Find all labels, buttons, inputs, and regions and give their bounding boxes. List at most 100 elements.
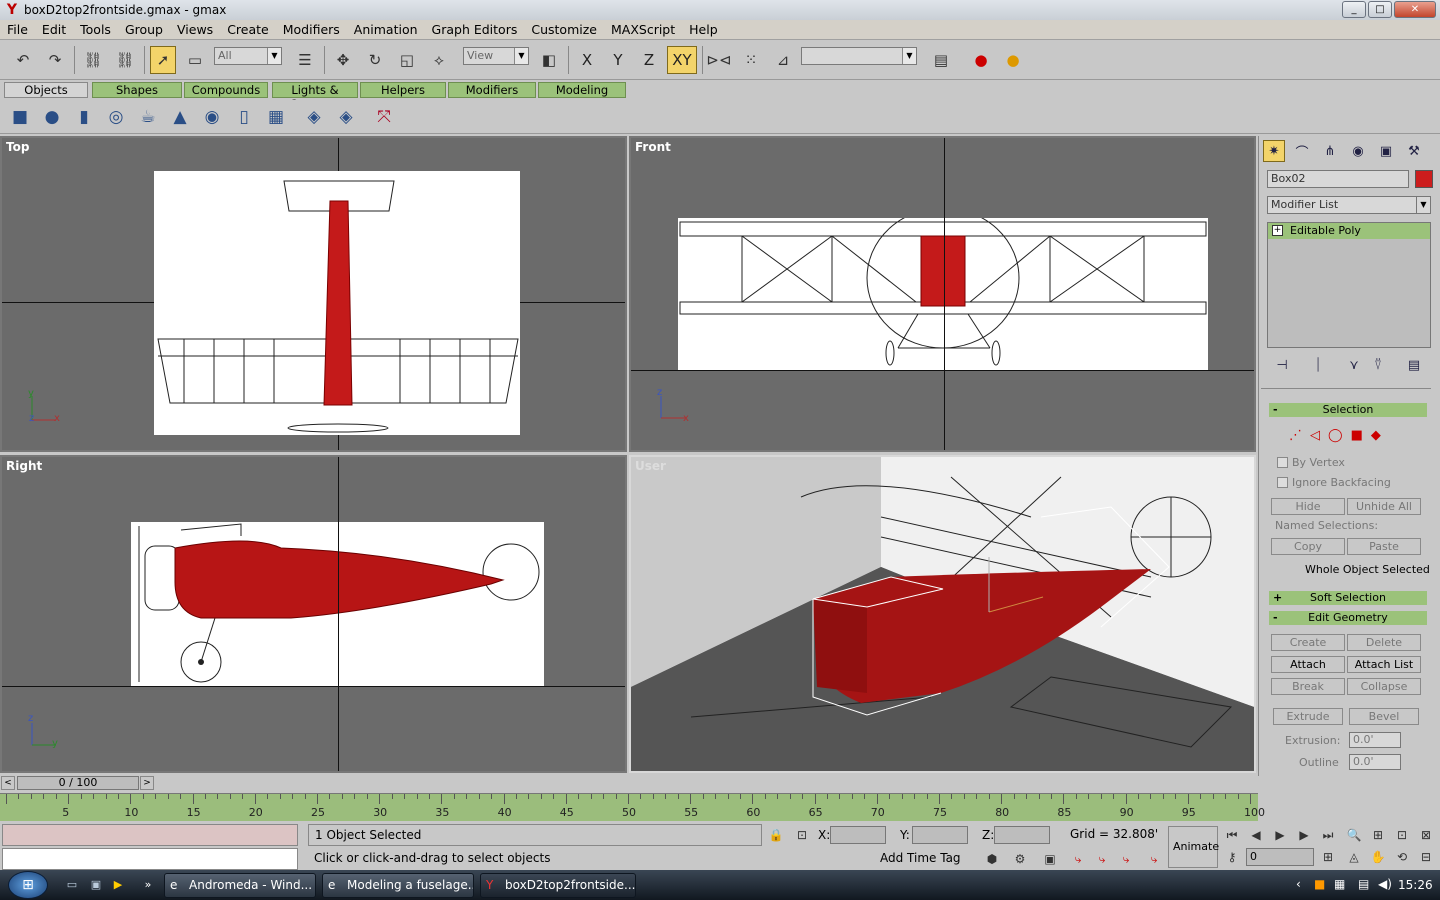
current-frame-field[interactable]: 0	[1246, 848, 1314, 866]
menu-animation[interactable]: Animation	[347, 22, 425, 37]
tab-compounds[interactable]: Compounds	[184, 82, 268, 98]
angle-snap-icon[interactable]: ⤷	[1092, 850, 1112, 868]
make-unique-icon[interactable]: ⋎	[1343, 354, 1365, 376]
motion-panel-icon[interactable]: ◉	[1347, 140, 1369, 162]
soft-selection-rollout[interactable]: + Soft Selection	[1269, 591, 1427, 605]
viewport-label-top[interactable]: Top	[6, 140, 29, 154]
pan-icon[interactable]: ✋	[1368, 848, 1388, 866]
snaps-icon[interactable]: ⤷	[1068, 850, 1088, 868]
time-configuration-icon[interactable]: ⊞	[1318, 848, 1338, 866]
time-slider-next-icon[interactable]: >	[140, 776, 154, 790]
degradation-override-icon[interactable]: ⬢	[982, 850, 1002, 868]
material-editor-icon[interactable]: ●	[968, 46, 994, 74]
undo-icon[interactable]: ↶	[10, 46, 36, 74]
select-and-move-icon[interactable]: ✥	[330, 46, 356, 74]
task-andromeda[interactable]: e Andromeda - Wind...	[164, 873, 316, 898]
select-and-rotate-icon[interactable]: ↻	[362, 46, 388, 74]
hide-button[interactable]: Hide	[1271, 498, 1345, 515]
utilities-panel-icon[interactable]: ⚒	[1403, 140, 1425, 162]
outline-spinner[interactable]: 0.0'	[1349, 754, 1401, 770]
restrict-xy-button[interactable]: XY	[667, 46, 697, 74]
bones-icon[interactable]: ⤧	[372, 105, 396, 129]
pin-stack-icon[interactable]: ⊣	[1271, 354, 1293, 376]
menu-help[interactable]: Help	[682, 22, 725, 37]
quick-launch-more-icon[interactable]: »	[140, 877, 156, 893]
unhide-all-button[interactable]: Unhide All	[1347, 498, 1421, 515]
tab-lights-cameras[interactable]: Lights & Cameras	[272, 82, 358, 111]
maxscript-input[interactable]	[2, 848, 298, 870]
layer-manager-icon[interactable]: ▤	[928, 46, 954, 74]
align-icon[interactable]: ⊿	[770, 46, 796, 74]
mirror-icon[interactable]: ⊳⊲	[706, 46, 732, 74]
copy-button[interactable]: Copy	[1271, 538, 1345, 555]
pivot-center-icon[interactable]: ◧	[536, 46, 562, 74]
tray-display-icon[interactable]: ▤	[1358, 877, 1369, 891]
zoom-icon[interactable]: 🔍	[1344, 826, 1364, 844]
collapse-button[interactable]: Collapse	[1347, 678, 1421, 695]
hierarchy-panel-icon[interactable]: ⋔	[1319, 140, 1341, 162]
go-to-start-icon[interactable]: ⏮	[1222, 826, 1242, 844]
cylinder-icon[interactable]: ▮	[72, 105, 96, 129]
show-end-result-icon[interactable]: ⏐	[1307, 354, 1329, 376]
key-mode-icon[interactable]: ⚷	[1222, 848, 1242, 866]
attach-list-button[interactable]: Attach List	[1347, 656, 1421, 673]
time-slider-prev-icon[interactable]: <	[1, 776, 15, 790]
y-coord-field[interactable]	[912, 826, 968, 844]
zoom-extents-icon[interactable]: ⊡	[1392, 826, 1412, 844]
rectangular-selection-icon[interactable]: ▭	[182, 46, 208, 74]
tray-network-icon[interactable]: ▦	[1334, 877, 1345, 891]
go-to-end-icon[interactable]: ⏭	[1318, 826, 1338, 844]
tab-objects[interactable]: Objects	[4, 82, 88, 98]
spinner-snap-icon[interactable]: ⤷	[1144, 850, 1164, 868]
cone-icon[interactable]: ▲	[168, 105, 192, 129]
x-coord-field[interactable]	[830, 826, 886, 844]
grid-object-icon[interactable]: ◈	[302, 105, 326, 129]
viewport-label-user[interactable]: User	[635, 459, 666, 473]
play-icon[interactable]: ▶	[1270, 826, 1290, 844]
next-frame-icon[interactable]: ▶	[1294, 826, 1314, 844]
tray-app-icon[interactable]: ■	[1314, 877, 1325, 891]
geosphere-icon[interactable]: ◉	[200, 105, 224, 129]
edit-geometry-rollout[interactable]: - Edit Geometry	[1269, 611, 1427, 625]
maxscript-listener-mini[interactable]	[2, 824, 298, 846]
select-and-scale-icon[interactable]: ◱	[394, 46, 420, 74]
point-helper-icon[interactable]: ◈	[334, 105, 358, 129]
start-button[interactable]: ⊞	[8, 871, 48, 899]
modifier-list-dropdown[interactable]: Modifier List ▼	[1267, 196, 1431, 214]
menu-edit[interactable]: Edit	[35, 22, 73, 37]
menu-modifiers[interactable]: Modifiers	[276, 22, 347, 37]
menu-file[interactable]: File	[0, 22, 35, 37]
restrict-x-button[interactable]: X	[574, 46, 600, 74]
animate-button[interactable]: Animate	[1168, 826, 1219, 868]
extrusion-spinner[interactable]: 0.0'	[1349, 732, 1401, 748]
show-desktop-icon[interactable]: ▭	[64, 877, 80, 893]
break-button[interactable]: Break	[1271, 678, 1345, 695]
array-icon[interactable]: ⁙	[738, 46, 764, 74]
track-bar[interactable]: 5 10 15 20 25 30 35 40 45 50 55 60 65 70 75 80 85 90 95 100	[0, 793, 1265, 821]
window-crossing-icon[interactable]: ▣	[1040, 850, 1060, 868]
named-selection-set-dropdown[interactable]: ▼	[801, 47, 917, 65]
remove-modifier-icon[interactable]: ⍢	[1367, 354, 1389, 376]
vertex-icon[interactable]: ⋰	[1289, 428, 1302, 443]
border-icon[interactable]: ◯	[1328, 428, 1343, 443]
create-panel-icon[interactable]: ✷	[1263, 140, 1285, 162]
restrict-y-button[interactable]: Y	[605, 46, 631, 74]
viewport-front[interactable]: Front z x	[629, 136, 1256, 452]
previous-frame-icon[interactable]: ◀	[1246, 826, 1266, 844]
tray-expand-icon[interactable]: ‹	[1296, 877, 1301, 891]
box-icon[interactable]: ■	[8, 105, 32, 129]
viewport-label-right[interactable]: Right	[6, 459, 42, 473]
create-button[interactable]: Create	[1271, 634, 1345, 651]
reference-coordinate-dropdown[interactable]: View ▼	[463, 47, 529, 65]
delete-button[interactable]: Delete	[1347, 634, 1421, 651]
plane-icon[interactable]: ▦	[264, 105, 288, 129]
viewport-right[interactable]: Right z y	[0, 455, 627, 773]
torus-icon[interactable]: ◎	[104, 105, 128, 129]
element-icon[interactable]: ◆	[1371, 428, 1381, 443]
object-name-field[interactable]: Box02	[1267, 170, 1409, 188]
render-scene-icon[interactable]: ●	[1000, 46, 1026, 74]
tray-volume-icon[interactable]: ◀)	[1378, 877, 1392, 891]
stack-item-editable-poly[interactable]: + Editable Poly	[1268, 223, 1430, 239]
select-and-manipulate-icon[interactable]: ⟡	[426, 46, 452, 74]
zoom-extents-all-icon[interactable]: ⊠	[1416, 826, 1436, 844]
